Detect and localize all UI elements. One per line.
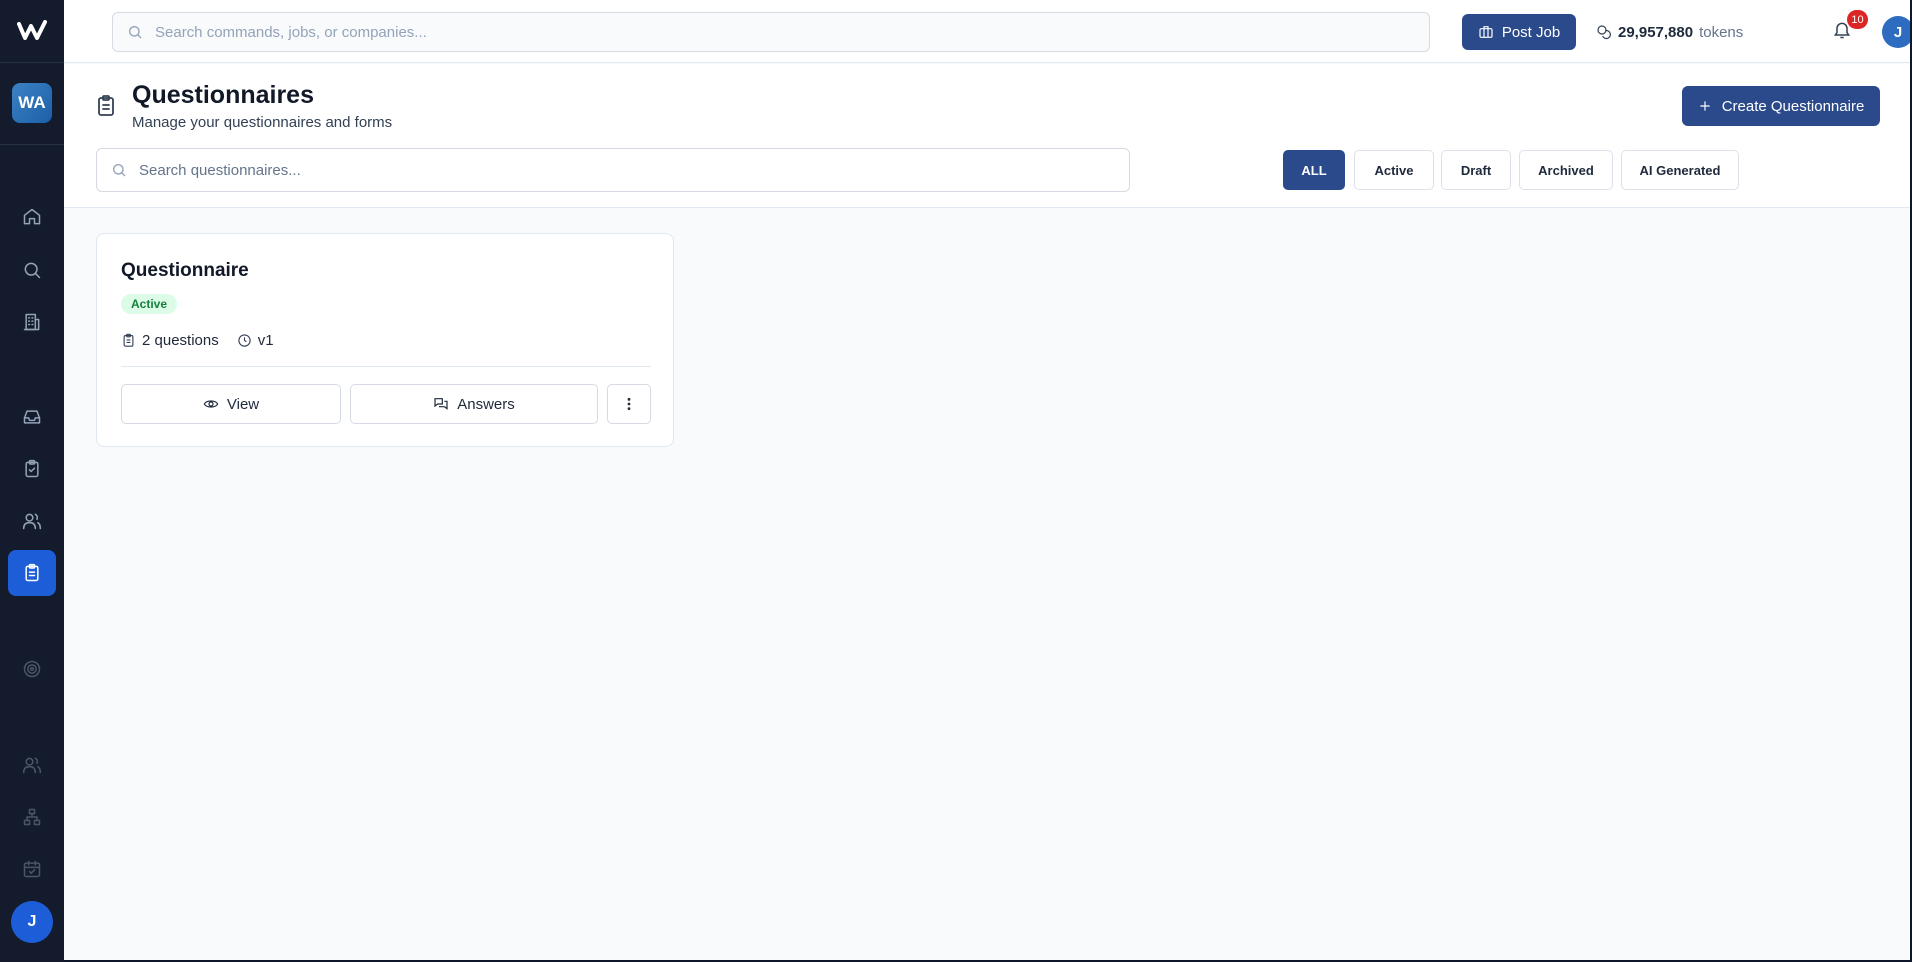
token-balance: 29,957,880 tokens <box>1596 20 1743 44</box>
briefcase-icon <box>1479 26 1493 38</box>
card-divider <box>121 366 651 367</box>
questionnaire-search[interactable] <box>96 148 1130 192</box>
more-vertical-icon <box>627 397 631 411</box>
filter-ai-generated[interactable]: AI Generated <box>1621 150 1739 190</box>
inbox-icon <box>23 410 41 424</box>
filter-active[interactable]: Active <box>1354 150 1434 190</box>
messages-icon <box>434 398 448 410</box>
filter-draft[interactable]: Draft <box>1441 150 1511 190</box>
question-count: 2 questions <box>142 332 219 349</box>
users-icon <box>22 757 42 774</box>
card-title: Questionnaire <box>121 260 249 281</box>
sidebar-item-questionnaires[interactable] <box>8 550 56 596</box>
token-unit: tokens <box>1699 23 1744 41</box>
workspace-avatar[interactable]: WA <box>12 83 52 123</box>
sidebar-divider <box>0 144 64 145</box>
clipboard-list-icon <box>94 94 118 118</box>
app-logo[interactable] <box>0 0 64 63</box>
top-bar: Post Job 29,957,880 tokens 10 J <box>64 0 1912 63</box>
clipboard-list-icon <box>25 563 39 582</box>
building-icon <box>23 313 40 331</box>
plus-icon <box>1700 101 1710 111</box>
sidebar-item-home[interactable] <box>8 194 56 240</box>
sidebar-item-companies[interactable] <box>8 299 56 345</box>
search-icon <box>24 262 41 279</box>
sidebar-item-tasks[interactable] <box>8 446 56 492</box>
global-search[interactable] <box>112 12 1430 52</box>
create-questionnaire-button[interactable]: Create Questionnaire <box>1682 86 1880 126</box>
questionnaire-search-input[interactable] <box>139 161 1129 179</box>
sidebar-item-people[interactable] <box>8 498 56 544</box>
users-icon <box>22 513 42 530</box>
eye-icon <box>203 400 219 408</box>
token-count: 29,957,880 <box>1618 23 1694 41</box>
filter-all[interactable]: ALL <box>1283 150 1345 190</box>
card-meta: 2 questions v1 <box>121 332 274 349</box>
page-header: Questionnaires Manage your questionnaire… <box>64 64 1912 208</box>
calendar-check-icon <box>23 860 41 878</box>
sidebar-item-calendar[interactable] <box>8 846 56 892</box>
clipboard-icon <box>123 333 134 347</box>
global-search-input[interactable] <box>155 23 1429 41</box>
target-icon <box>23 660 41 678</box>
page-title: Questionnaires <box>132 81 314 109</box>
clock-icon <box>238 334 251 347</box>
post-job-button[interactable]: Post Job <box>1462 14 1576 50</box>
version-label: v1 <box>257 332 274 349</box>
status-badge: Active <box>121 294 178 314</box>
sidebar-item-inbox[interactable] <box>8 394 56 440</box>
search-icon <box>129 26 142 39</box>
questionnaire-card[interactable]: Questionnaire Active 2 questions v1 View… <box>96 233 674 447</box>
view-button[interactable]: View <box>121 384 341 424</box>
user-avatar[interactable]: J <box>11 901 53 943</box>
page-subtitle: Manage your questionnaires and forms <box>132 114 393 131</box>
sidebar-item-target[interactable] <box>8 646 56 692</box>
account-avatar[interactable]: J <box>1882 16 1912 48</box>
notification-badge: 10 <box>1847 10 1868 29</box>
answers-button[interactable]: Answers <box>350 384 598 424</box>
sidebar: WA J <box>0 0 64 962</box>
coins-icon <box>1597 25 1611 40</box>
create-questionnaire-label: Create Questionnaire <box>1721 97 1865 115</box>
post-job-label: Post Job <box>1501 23 1561 41</box>
more-options-button[interactable] <box>607 384 651 424</box>
logo-icon <box>17 20 47 40</box>
sidebar-item-search[interactable] <box>8 247 56 293</box>
clipboard-check-icon <box>25 459 39 478</box>
search-icon <box>113 164 126 177</box>
view-label: View <box>226 395 260 413</box>
filter-archived[interactable]: Archived <box>1519 150 1613 190</box>
answers-label: Answers <box>457 395 515 413</box>
network-icon <box>23 808 41 826</box>
home-icon <box>23 208 41 225</box>
sidebar-item-org-chart[interactable] <box>8 794 56 840</box>
sidebar-item-team[interactable] <box>8 742 56 788</box>
